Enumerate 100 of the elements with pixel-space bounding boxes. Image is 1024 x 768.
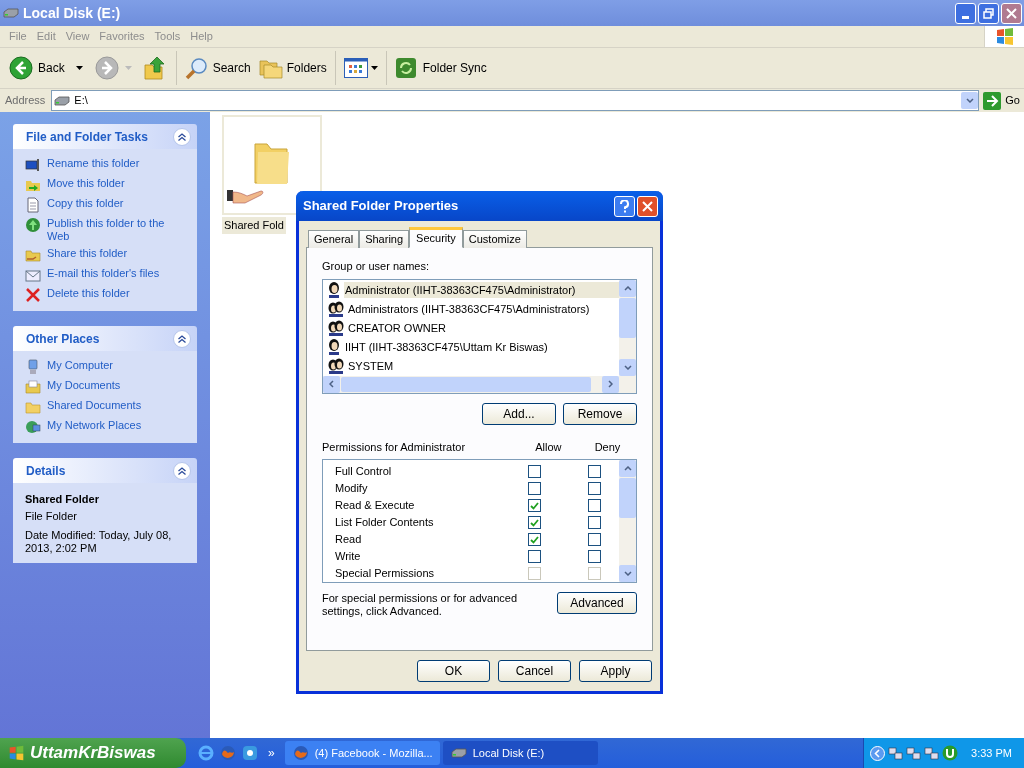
group-label: Group or user names: xyxy=(322,259,430,274)
collapse-icon[interactable] xyxy=(173,461,191,480)
task-link[interactable]: Copy this folder xyxy=(47,197,124,210)
folders-icon xyxy=(258,57,283,79)
scroll-left-icon xyxy=(329,380,334,388)
network-computers-icon[interactable] xyxy=(906,745,922,761)
checkbox[interactable] xyxy=(587,482,601,495)
checkbox[interactable] xyxy=(587,550,601,563)
folders-button[interactable]: Folders xyxy=(254,57,331,79)
dialog-button[interactable]: Apply xyxy=(579,660,652,682)
permissions-label: Permissions for Administrator xyxy=(322,439,467,455)
checkbox[interactable] xyxy=(527,482,541,495)
task-link[interactable]: My Network Places xyxy=(47,419,142,432)
checkbox[interactable] xyxy=(527,516,541,529)
deny-header: Deny xyxy=(593,439,622,455)
task-link[interactable]: Publish this folder to the Web xyxy=(47,217,185,243)
scroll-up-icon xyxy=(623,285,632,291)
panel-title: File and Folder Tasks xyxy=(26,128,148,146)
close-button[interactable] xyxy=(1001,2,1022,24)
user-item[interactable]: IIHT (IIHT-38363CF475\Uttam Kr Biswas) xyxy=(344,338,549,356)
network-computers-icon[interactable] xyxy=(888,745,904,761)
restore-button[interactable] xyxy=(978,2,999,24)
task-link[interactable]: My Computer xyxy=(47,359,114,372)
torrent-icon[interactable] xyxy=(942,745,959,761)
caret-icon xyxy=(75,66,83,70)
remove-button[interactable]: Remove xyxy=(563,402,637,425)
go-button[interactable]: Go xyxy=(983,91,1020,110)
rename-icon xyxy=(25,157,41,173)
search-button[interactable]: Search xyxy=(180,56,255,80)
delete-icon xyxy=(25,287,41,303)
user-item[interactable]: Administrator (IIHT-38363CF475\Administrator) xyxy=(344,281,619,299)
permission-name: Write xyxy=(334,549,362,565)
address-label: Address xyxy=(5,93,46,109)
advanced-button[interactable]: Advanced xyxy=(557,592,637,614)
caret-icon xyxy=(124,66,132,70)
tab[interactable]: Sharing xyxy=(359,230,410,248)
drive-icon xyxy=(3,8,19,18)
tab[interactable]: General xyxy=(308,230,360,248)
checkbox[interactable] xyxy=(587,516,601,529)
start-button[interactable]: UttamKrBiswas xyxy=(0,738,186,768)
computer-icon xyxy=(25,359,41,375)
tab[interactable]: Security xyxy=(409,227,463,248)
network-computers-icon[interactable] xyxy=(924,745,940,761)
more-icon[interactable]: » xyxy=(268,744,275,762)
task-link[interactable]: Delete this folder xyxy=(47,287,130,300)
drive-icon xyxy=(54,95,71,106)
horizontal-scrollbar[interactable] xyxy=(323,375,636,393)
user-item[interactable]: Administrators (IIHT-38363CF475\Administrators) xyxy=(347,300,591,318)
back-button[interactable]: Back xyxy=(3,56,89,80)
help-icon xyxy=(620,199,629,213)
dialog-button[interactable]: Cancel xyxy=(498,660,571,682)
taskbar-button[interactable]: Local Disk (E:) xyxy=(442,741,598,765)
windows-flag-icon xyxy=(8,744,25,762)
address-value: E:\ xyxy=(74,93,88,109)
view-grid-icon xyxy=(343,58,368,78)
add-button[interactable]: Add... xyxy=(482,402,556,425)
messenger-icon[interactable] xyxy=(242,745,258,761)
task-link[interactable]: Share this folder xyxy=(47,247,128,260)
scrollbar[interactable] xyxy=(619,279,636,376)
taskbar-button[interactable]: (4) Facebook - Mozilla... xyxy=(284,741,440,765)
collapse-icon[interactable] xyxy=(173,329,191,348)
checkbox[interactable] xyxy=(587,533,601,546)
tab[interactable]: Customize xyxy=(462,230,527,248)
checkbox[interactable] xyxy=(527,499,541,512)
user-item[interactable]: SYSTEM xyxy=(347,357,395,375)
checkbox[interactable] xyxy=(587,465,601,478)
checkbox[interactable] xyxy=(527,550,541,563)
close-icon xyxy=(642,200,653,212)
page-icon xyxy=(25,197,41,213)
permission-name: Modify xyxy=(334,481,369,497)
scroll-down-icon xyxy=(623,571,632,576)
scroll-up-icon xyxy=(623,466,632,471)
sync-icon xyxy=(394,57,417,79)
scrollbar[interactable] xyxy=(619,460,636,582)
minimize-button[interactable] xyxy=(955,2,976,24)
address-field[interactable]: E:\ xyxy=(51,90,980,111)
users-icon xyxy=(327,301,344,317)
user-icon xyxy=(327,282,341,298)
file-label[interactable]: Shared Fold xyxy=(222,217,286,234)
network-globe-icon xyxy=(25,419,41,435)
task-link[interactable]: Shared Documents xyxy=(47,399,142,412)
collapse-icon[interactable] xyxy=(173,127,191,146)
close-button[interactable] xyxy=(637,195,658,217)
search-icon xyxy=(184,56,209,80)
checkbox[interactable] xyxy=(527,465,541,478)
dialog-button[interactable]: OK xyxy=(417,660,490,682)
user-item[interactable]: CREATOR OWNER xyxy=(347,319,447,337)
task-link[interactable]: Move this folder xyxy=(47,177,125,190)
folder-sync-button[interactable]: Folder Sync xyxy=(390,57,491,79)
restore-icon xyxy=(983,7,994,19)
allow-header: Allow xyxy=(534,439,563,455)
documents-folder-icon xyxy=(25,379,41,395)
help-button[interactable] xyxy=(614,195,635,217)
checkbox[interactable] xyxy=(527,533,541,546)
checkbox[interactable] xyxy=(587,499,601,512)
details-type: File Folder xyxy=(25,508,78,524)
task-link[interactable]: Rename this folder xyxy=(47,157,140,170)
task-link[interactable]: My Documents xyxy=(47,379,121,392)
expand-tray-icon[interactable] xyxy=(870,745,886,761)
task-link[interactable]: E-mail this folder's files xyxy=(47,267,160,280)
